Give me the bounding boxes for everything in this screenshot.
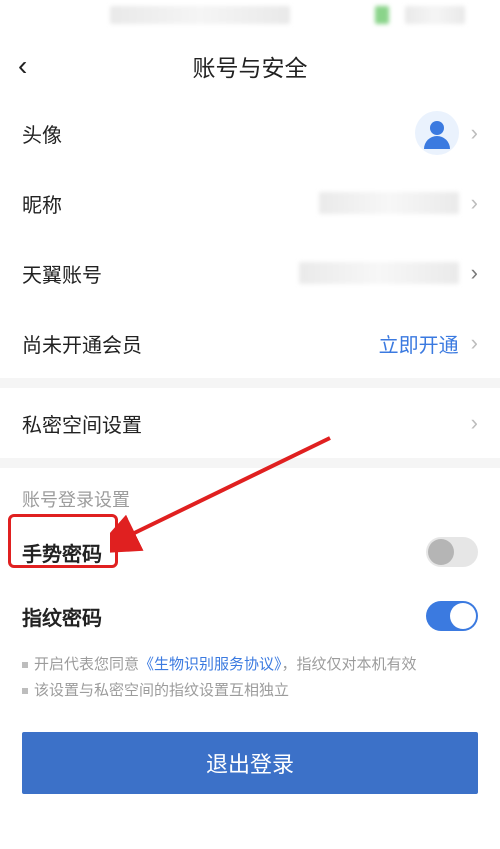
gesture-password-label: 手势密码 xyxy=(22,538,102,567)
row-private-space[interactable]: 私密空间设置 › xyxy=(0,388,500,458)
login-section-header: 账号登录设置 xyxy=(0,468,500,520)
row-fingerprint-password: 指纹密码 xyxy=(0,584,500,648)
row-member[interactable]: 尚未开通会员 立即开通 › xyxy=(0,308,500,378)
note2-text: 该设置与私密空间的指纹设置互相独立 xyxy=(34,678,289,704)
section-divider xyxy=(0,458,500,468)
page-header: ‹ 账号与安全 xyxy=(0,34,500,98)
back-button[interactable]: ‹ xyxy=(18,52,27,80)
chevron-right-icon: › xyxy=(471,190,478,216)
section-divider xyxy=(0,378,500,388)
account-value-blurred xyxy=(299,262,459,284)
row-account[interactable]: 天翼账号 › xyxy=(0,238,500,308)
chevron-right-icon: › xyxy=(471,330,478,356)
fingerprint-password-label: 指纹密码 xyxy=(22,602,102,631)
member-label: 尚未开通会员 xyxy=(22,329,142,358)
note1-prefix: 开启代表您同意 xyxy=(34,656,139,673)
row-gesture-password: 手势密码 xyxy=(0,520,500,584)
status-bar xyxy=(0,0,500,34)
account-label: 天翼账号 xyxy=(22,259,102,288)
chevron-right-icon: › xyxy=(471,120,478,146)
note-line-2: 该设置与私密空间的指纹设置互相独立 xyxy=(22,678,478,704)
avatar-icon xyxy=(415,111,459,155)
chevron-right-icon: › xyxy=(471,260,478,286)
nickname-value-blurred xyxy=(319,192,459,214)
row-nickname[interactable]: 昵称 › xyxy=(0,168,500,238)
page-title: 账号与安全 xyxy=(193,49,308,83)
notes-block: 开启代表您同意《生物识别服务协议》，指纹仅对本机有效 该设置与私密空间的指纹设置… xyxy=(0,648,500,704)
fingerprint-password-toggle[interactable] xyxy=(426,601,478,631)
biometric-agreement-link[interactable]: 《生物识别服务协议》 xyxy=(139,656,282,673)
row-avatar[interactable]: 头像 › xyxy=(0,98,500,168)
gesture-password-toggle[interactable] xyxy=(426,537,478,567)
member-action-link[interactable]: 立即开通 xyxy=(379,329,459,358)
chevron-right-icon: › xyxy=(471,410,478,436)
logout-button[interactable]: 退出登录 xyxy=(22,732,478,794)
private-space-label: 私密空间设置 xyxy=(22,409,142,438)
note-line-1: 开启代表您同意《生物识别服务协议》，指纹仅对本机有效 xyxy=(22,652,478,678)
note1-suffix: ，指纹仅对本机有效 xyxy=(282,656,417,673)
avatar-label: 头像 xyxy=(22,119,62,148)
nickname-label: 昵称 xyxy=(22,189,62,218)
